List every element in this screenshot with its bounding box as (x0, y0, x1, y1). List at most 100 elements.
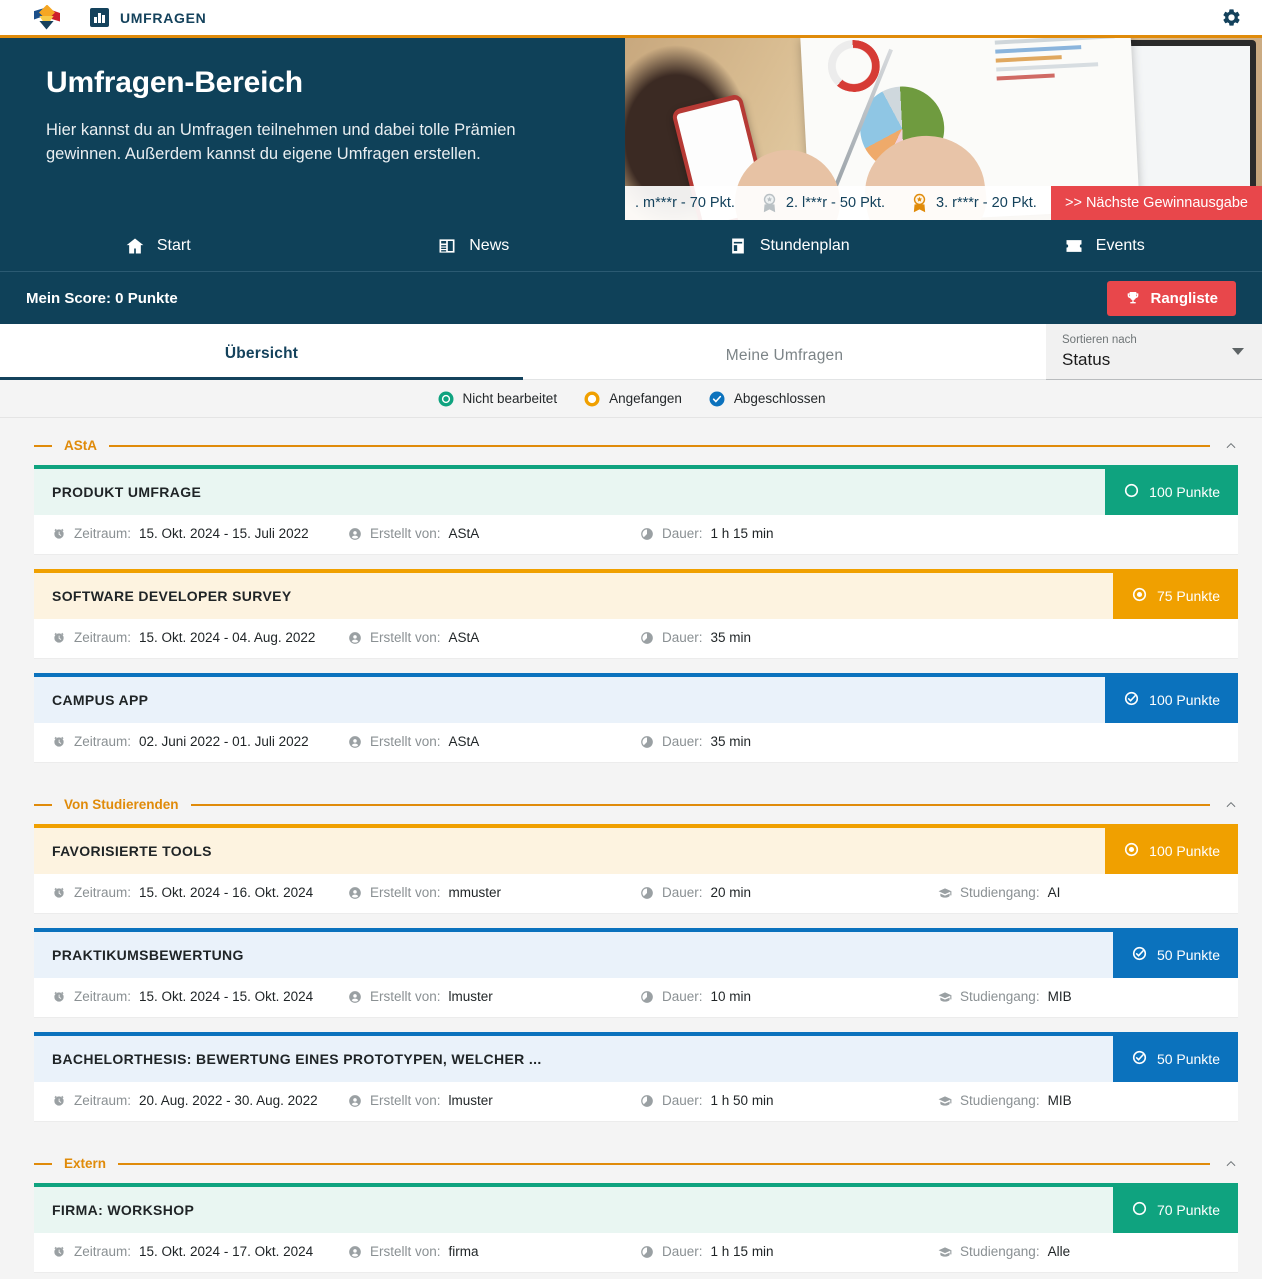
status-legend: Nicht bearbeitet Angefangen Abgeschlosse… (0, 380, 1262, 418)
meta-ersteller: Erstellt von: AStA (348, 630, 640, 645)
bar-chart-graphic (994, 38, 1117, 86)
meta-value: AStA (448, 734, 480, 749)
survey-card-header: Praktikumsbewertung 50 Punkte (34, 928, 1238, 978)
legend-label: Abgeschlossen (733, 391, 826, 406)
meta-label: Studiengang: (960, 1093, 1040, 1108)
meta-label: Zeitraum: (74, 989, 132, 1004)
my-score-text: Mein Score: 0 Punkte (26, 289, 178, 307)
survey-card-header: Produkt Umfrage 100 Punkte (34, 465, 1238, 515)
chevron-up-icon[interactable] (1224, 1157, 1238, 1171)
meta-ersteller: Erstellt von: AStA (348, 734, 640, 749)
alarm-clock-icon (54, 736, 64, 747)
meta-value: 1 h 50 min (710, 1093, 774, 1108)
meta-ersteller: Erstellt von: lmuster (348, 1093, 640, 1108)
survey-card-3-1[interactable]: Firma: Workshop 70 Punkte Zeitraum: 15. … (34, 1183, 1238, 1273)
points-label: 100 Punkte (1149, 484, 1220, 500)
person-icon (349, 735, 361, 748)
meta-zeitraum: Zeitraum: 15. Okt. 2024 - 04. Aug. 2022 (52, 630, 348, 645)
brand[interactable]: UMFRAGEN (90, 8, 206, 27)
half-clock-icon (641, 631, 653, 644)
meta-label: Zeitraum: (74, 526, 132, 541)
meta-dauer: Dauer: 35 min (640, 734, 938, 749)
calendar-icon (731, 238, 744, 253)
survey-card-header: Software Developer Survey 75 Punkte (34, 569, 1238, 619)
nav-label: Stundenplan (759, 236, 850, 254)
sort-select[interactable]: Sortieren nach Status (1046, 324, 1262, 380)
status-icon (1131, 1049, 1148, 1069)
points-label: 100 Punkte (1149, 692, 1220, 708)
meta-label: Erstellt von: (370, 526, 441, 541)
points-label: 70 Punkte (1156, 1202, 1220, 1218)
meta-label: Dauer: (662, 630, 703, 645)
meta-label: Studiengang: (960, 989, 1040, 1004)
meta-value: 20. Aug. 2022 - 30. Aug. 2022 (139, 1093, 318, 1108)
group-header-1[interactable]: AStA (10, 418, 1252, 465)
points-label: 50 Punkte (1156, 947, 1220, 963)
survey-card-2-3[interactable]: Bachelorthesis: Bewertung eines Prototyp… (34, 1032, 1238, 1122)
chevron-up-icon[interactable] (1224, 439, 1238, 453)
hero-text: Umfragen-Bereich Hier kannst du an Umfra… (0, 38, 625, 220)
meta-label: Erstellt von: (370, 885, 441, 900)
meta-label: Studiengang: (960, 1244, 1040, 1259)
survey-title: Produkt Umfrage (34, 469, 1106, 515)
meta-value: Alle (1047, 1244, 1071, 1259)
main-navigation: Start News Stundenplan Events (0, 220, 1262, 272)
person-icon (349, 886, 361, 899)
status-icon (1123, 841, 1140, 861)
meta-label: Zeitraum: (74, 630, 132, 645)
rangliste-button[interactable]: Rangliste (1107, 280, 1236, 316)
home-icon (126, 238, 144, 253)
ticket-icon (1066, 239, 1082, 252)
points-label: 50 Punkte (1156, 1051, 1220, 1067)
survey-card-header: Firma: Workshop 70 Punkte (34, 1183, 1238, 1233)
nav-label: Events (1095, 236, 1145, 254)
survey-card-1-1[interactable]: Produkt Umfrage 100 Punkte Zeitraum: 15.… (34, 465, 1238, 555)
alarm-clock-icon (54, 1095, 64, 1106)
group-rule (118, 1162, 1210, 1165)
survey-group-3: Extern Firma: Workshop 70 Punkte Zeitrau… (10, 1136, 1252, 1279)
nav-item-events[interactable]: Events (947, 220, 1262, 271)
group-body: Firma: Workshop 70 Punkte Zeitraum: 15. … (10, 1183, 1252, 1279)
meta-label: Zeitraum: (74, 734, 132, 749)
survey-meta: Zeitraum: 20. Aug. 2022 - 30. Aug. 2022 … (34, 1082, 1238, 1122)
group-body: Produkt Umfrage 100 Punkte Zeitraum: 15.… (10, 465, 1252, 763)
survey-card-1-2[interactable]: Software Developer Survey 75 Punkte Zeit… (34, 569, 1238, 659)
ticker-entry: . m***r - 70 Pkt. (635, 195, 735, 211)
nav-item-news[interactable]: News (316, 220, 632, 271)
app-logo[interactable] (34, 4, 60, 31)
chevron-down-icon[interactable] (1232, 348, 1244, 355)
meta-label: Zeitraum: (74, 1244, 132, 1259)
brand-label: UMFRAGEN (120, 9, 207, 26)
group-rule (109, 444, 1210, 447)
survey-meta: Zeitraum: 15. Okt. 2024 - 15. Juli 2022 … (34, 515, 1238, 555)
chevron-up-icon[interactable] (1224, 798, 1238, 812)
survey-card-1-3[interactable]: Campus App 100 Punkte Zeitraum: 02. Juni… (34, 673, 1238, 763)
alarm-clock-icon (54, 887, 64, 898)
meta-studiengang: Studiengang: AI (938, 885, 1220, 900)
meta-value: 15. Okt. 2024 - 16. Okt. 2024 (139, 885, 314, 900)
trophy-icon (1128, 292, 1139, 304)
nav-item-start[interactable]: Start (0, 220, 316, 271)
tab-meine-umfragen[interactable]: Meine Umfragen (523, 347, 1046, 380)
graduation-cap-icon (938, 1246, 952, 1257)
legend-item-abgeschlossen: Abgeschlossen (708, 390, 826, 408)
tab-uebersicht[interactable]: Übersicht (0, 345, 523, 380)
person-icon (349, 527, 361, 540)
page-title: Umfragen-Bereich (46, 66, 303, 99)
medal-icon-bronze (913, 193, 926, 213)
nav-item-stundenplan[interactable]: Stundenplan (631, 220, 947, 271)
points-badge: 100 Punkte (1105, 828, 1238, 874)
meta-zeitraum: Zeitraum: 15. Okt. 2024 - 15. Juli 2022 (52, 526, 348, 541)
meta-label: Dauer: (662, 526, 703, 541)
meta-dauer: Dauer: 1 h 15 min (640, 526, 938, 541)
group-header-3[interactable]: Extern (10, 1136, 1252, 1183)
group-header-2[interactable]: Von Studierenden (10, 777, 1252, 824)
next-prize-button[interactable]: >> Nächste Gewinnausgabe (1051, 186, 1262, 220)
graduation-cap-icon (938, 1095, 952, 1106)
meta-studiengang: Studiengang: MIB (938, 989, 1220, 1004)
survey-card-2-2[interactable]: Praktikumsbewertung 50 Punkte Zeitraum: … (34, 928, 1238, 1018)
survey-card-2-1[interactable]: Favorisierte Tools 100 Punkte Zeitraum: … (34, 824, 1238, 914)
gear-icon[interactable] (1214, 1, 1248, 35)
meta-value: MIB (1047, 989, 1072, 1004)
meta-value: 20 min (710, 885, 752, 900)
